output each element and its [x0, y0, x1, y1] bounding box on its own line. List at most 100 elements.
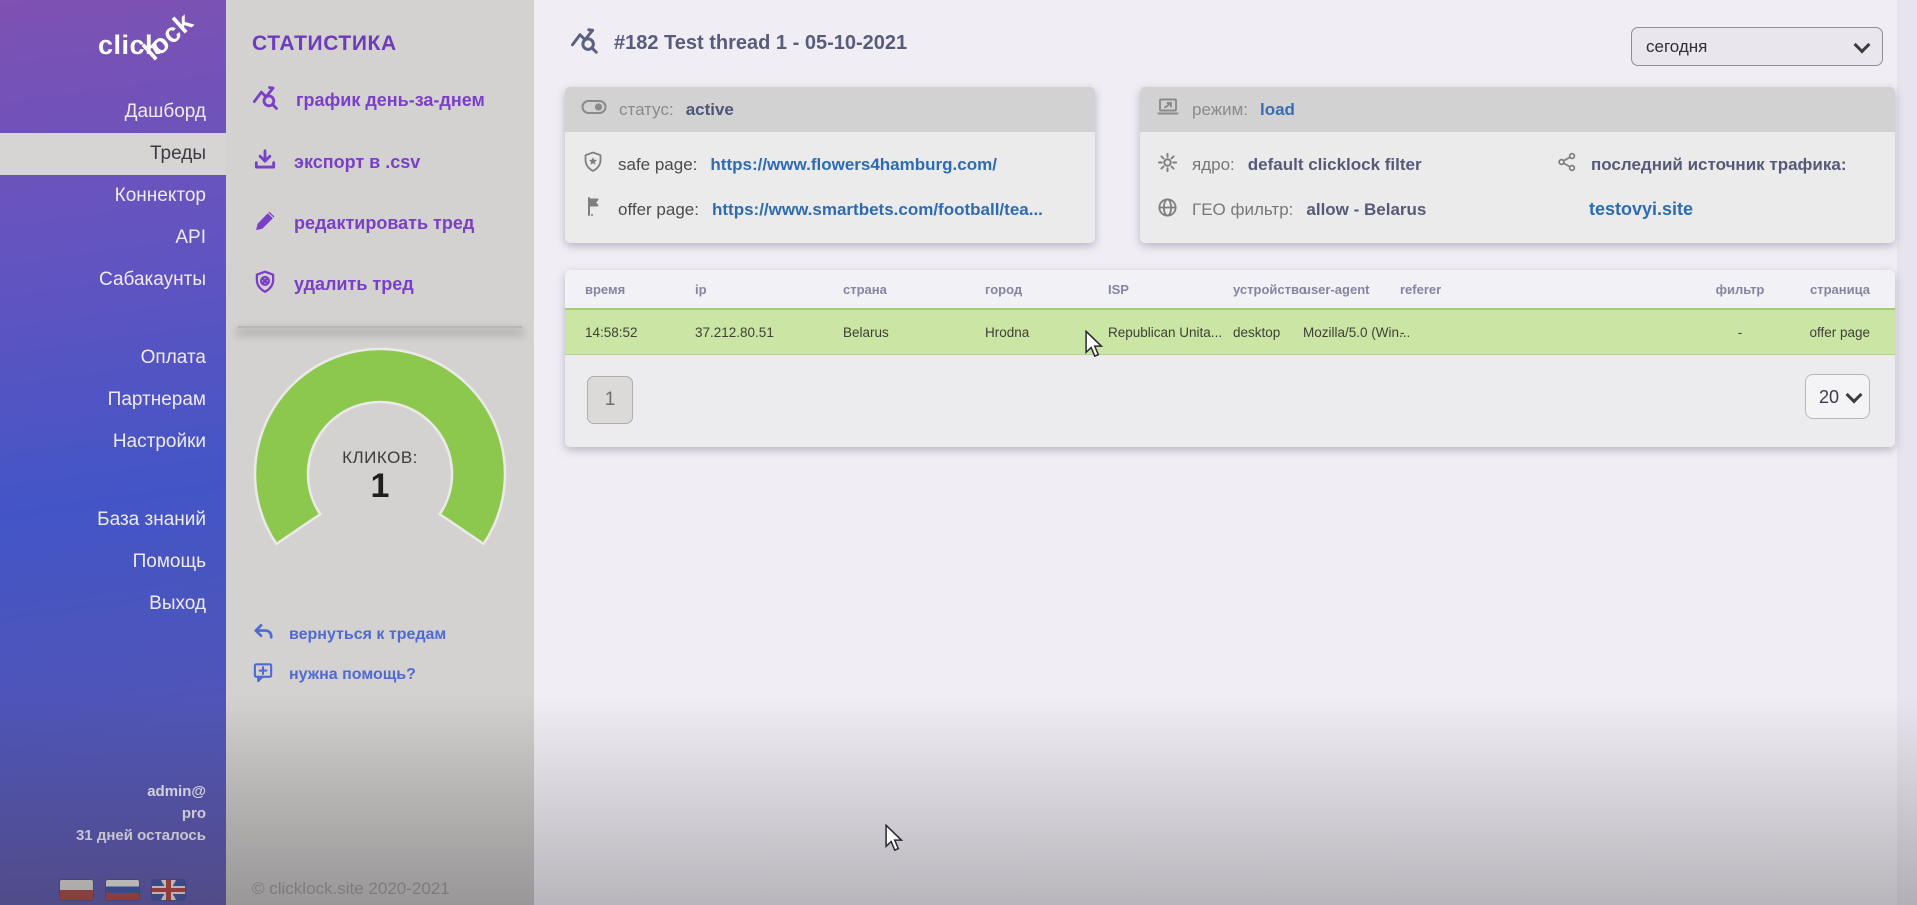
cell-device: desktop: [1233, 325, 1303, 340]
per-page-select[interactable]: 20: [1805, 374, 1870, 419]
geo-filter-value: allow - Belarus: [1306, 200, 1426, 220]
kernel-row: ядро: default clicklock filter: [1156, 142, 1556, 187]
page-1-button[interactable]: 1: [587, 376, 633, 424]
column-header-user-agent: user-agent: [1303, 282, 1400, 297]
laptop-share-icon: [1156, 95, 1180, 124]
cell-isp: Republican Unita...: [1108, 325, 1233, 340]
mode-card-body: ядро: default clicklock filter ГЕО фильт…: [1140, 132, 1895, 232]
clicklock-app: click lock Дашборд Треды Коннектор API С…: [0, 0, 1917, 905]
account-email: admin@: [76, 781, 206, 803]
period-select-wrap: сегодня: [1631, 27, 1883, 66]
share-icon: [1556, 151, 1578, 178]
gauge-label: КЛИКОВ:: [226, 448, 534, 468]
status-card-body: safe page: https://www.flowers4hamburg.c…: [565, 132, 1095, 232]
account-plan: pro: [76, 803, 206, 825]
traffic-source-row: последний источник трафика:: [1556, 142, 1877, 187]
menu-item-day-by-day-chart[interactable]: график день-за-днем: [252, 84, 534, 117]
gauge-value: 1: [226, 468, 534, 504]
gear-icon: [1156, 151, 1179, 179]
link-label: нужна помощь?: [289, 666, 416, 684]
clicks-gauge: КЛИКОВ: 1: [226, 344, 534, 559]
account-days-left: 31 дней осталось: [76, 825, 206, 847]
cell-city: Hrodna: [985, 325, 1108, 340]
kernel-label: ядро:: [1192, 155, 1235, 175]
kernel-value: default clicklock filter: [1248, 155, 1422, 175]
sidebar: click lock Дашборд Треды Коннектор API С…: [0, 0, 226, 905]
sidebar-item-help[interactable]: Помощь: [0, 541, 226, 583]
right-edge-strip: [1897, 0, 1917, 905]
sidebar-item-api[interactable]: API: [0, 217, 226, 259]
mode-card: режим: load: [1140, 87, 1895, 243]
flag-icon: [581, 195, 605, 224]
menu-item-label: редактировать тред: [294, 213, 474, 234]
offer-page-link[interactable]: https://www.smartbets.com/football/tea..…: [712, 200, 1043, 220]
sidebar-item-payment[interactable]: Оплата: [0, 337, 226, 379]
back-to-threads-link[interactable]: вернуться к тредам: [252, 621, 534, 649]
poland-flag-icon[interactable]: [60, 880, 93, 900]
globe-icon: [1156, 196, 1179, 224]
cell-page: offer page: [1800, 325, 1870, 340]
menu-item-label: удалить тред: [294, 274, 414, 295]
sidebar-item-settings[interactable]: Настройки: [0, 421, 226, 463]
traffic-source-link[interactable]: testovyi.site: [1589, 187, 1877, 232]
chart-search-icon: [252, 84, 280, 117]
statistics-panel: СТАТИСТИКА график день-за-днем экспорт: [226, 0, 534, 905]
menu-item-edit-thread[interactable]: редактировать тред: [252, 208, 534, 239]
menu-item-delete-thread[interactable]: удалить тред: [252, 269, 534, 300]
page-title: #182 Test thread 1 - 05-10-2021: [614, 32, 907, 55]
section-divider: [238, 326, 522, 328]
undo-icon: [252, 621, 275, 649]
app-logo[interactable]: click lock: [0, 0, 226, 91]
column-header-referer: referer: [1400, 282, 1680, 297]
geo-filter-row: ГЕО фильтр: allow - Belarus: [1156, 187, 1556, 232]
column-header-page: страница: [1800, 282, 1870, 297]
sidebar-item-partners[interactable]: Партнерам: [0, 379, 226, 421]
uk-flag-icon[interactable]: [152, 880, 185, 900]
sidebar-item-threads[interactable]: Треды: [0, 133, 226, 175]
need-help-link[interactable]: нужна помощь?: [252, 661, 534, 689]
download-icon: [252, 147, 278, 178]
main-content: #182 Test thread 1 - 05-10-2021 сегодня …: [534, 0, 1917, 905]
link-label: вернуться к тредам: [289, 626, 446, 644]
sidebar-item-dashboard[interactable]: Дашборд: [0, 91, 226, 133]
offer-page-row: offer page: https://www.smartbets.com/fo…: [581, 187, 1077, 232]
column-header-device: устройство: [1233, 282, 1303, 297]
cell-time: 14:58:52: [585, 325, 695, 340]
safe-page-row: safe page: https://www.flowers4hamburg.c…: [581, 142, 1077, 187]
menu-item-export-csv[interactable]: экспорт в .csv: [252, 147, 534, 178]
column-header-filter: фильтр: [1680, 282, 1800, 297]
copyright-footer: © clicklock.site 2020-2021: [252, 879, 450, 899]
russia-flag-icon[interactable]: [106, 880, 139, 900]
table-row[interactable]: 14:58:52 37.212.80.51 Belarus Hrodna Rep…: [565, 308, 1895, 355]
mode-card-left: ядро: default clicklock filter ГЕО фильт…: [1156, 142, 1556, 232]
account-info: admin@ pro 31 дней осталось: [76, 781, 206, 847]
sidebar-item-logout[interactable]: Выход: [0, 583, 226, 625]
column-header-country: страна: [843, 282, 985, 297]
pagination: 1 20: [565, 355, 1895, 447]
menu-item-label: экспорт в .csv: [294, 152, 420, 173]
mode-value: load: [1260, 100, 1295, 120]
table-header-row: время ip страна город ISP устройство use…: [565, 270, 1895, 308]
cell-ip: 37.212.80.51: [695, 325, 843, 340]
safe-page-label: safe page:: [618, 155, 697, 175]
column-header-city: город: [985, 282, 1108, 297]
statistics-menu: график день-за-днем экспорт в .csv ре: [226, 84, 534, 300]
clicks-table-card: время ip страна город ISP устройство use…: [565, 270, 1895, 447]
mode-label: режим:: [1192, 100, 1248, 120]
shield-x-icon: [252, 269, 278, 300]
status-value: active: [686, 100, 734, 120]
column-header-ip: ip: [695, 282, 843, 297]
language-switcher: [0, 880, 226, 900]
chart-search-icon: [570, 26, 600, 61]
period-select[interactable]: сегодня: [1631, 27, 1883, 66]
statistics-links: вернуться к тредам нужна помощь?: [226, 621, 534, 689]
cell-user-agent: Mozilla/5.0 (Win...: [1303, 325, 1400, 340]
help-bubble-icon: [252, 661, 275, 689]
sidebar-item-subaccounts[interactable]: Сабакаунты: [0, 259, 226, 301]
column-header-isp: ISP: [1108, 282, 1233, 297]
sidebar-item-connector[interactable]: Коннектор: [0, 175, 226, 217]
gauge-arc: [240, 344, 520, 549]
sidebar-item-knowledge-base[interactable]: База знаний: [0, 499, 226, 541]
shield-star-icon: [581, 150, 605, 179]
safe-page-link[interactable]: https://www.flowers4hamburg.com/: [710, 155, 997, 175]
